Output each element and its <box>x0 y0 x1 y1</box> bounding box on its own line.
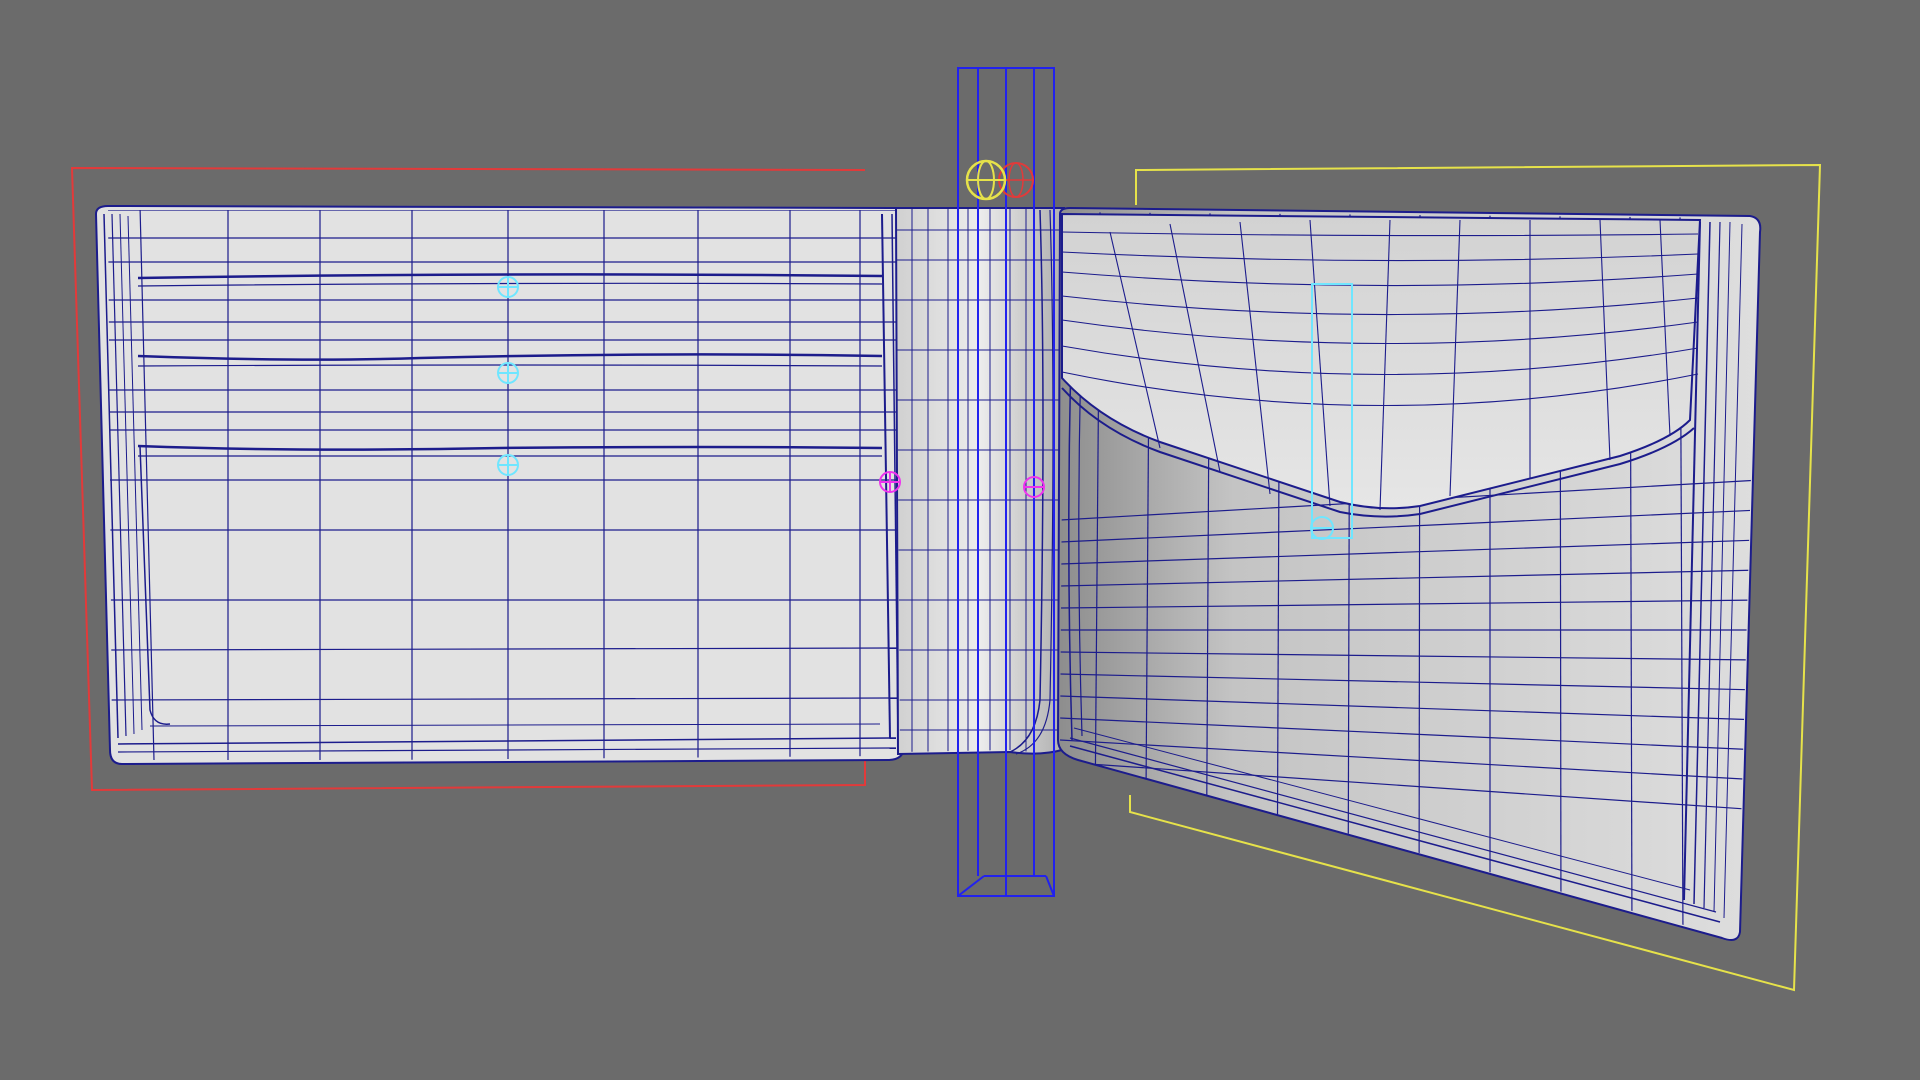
viewport-canvas[interactable] <box>0 0 1920 1080</box>
ik-handle-icon[interactable] <box>965 159 1034 201</box>
wallet-spine[interactable] <box>894 206 1066 756</box>
left-wallet-panel[interactable] <box>94 204 906 766</box>
locator-icon[interactable] <box>497 454 519 476</box>
locator-icon[interactable] <box>879 471 901 493</box>
3d-viewport[interactable] <box>0 0 1920 1080</box>
locator-icon[interactable] <box>497 362 519 384</box>
locator-icon[interactable] <box>497 276 519 298</box>
